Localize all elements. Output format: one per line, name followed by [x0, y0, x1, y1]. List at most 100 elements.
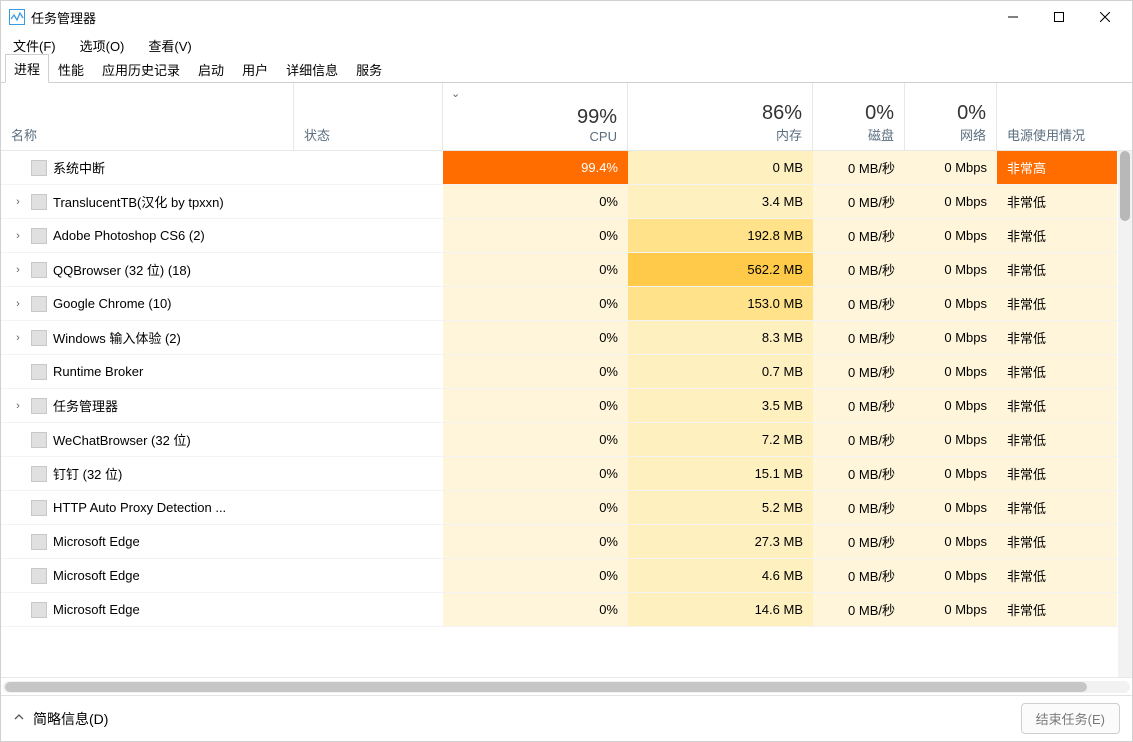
expand-icon[interactable]: ›	[11, 400, 25, 412]
cell-cpu: 0%	[443, 423, 628, 456]
vertical-scrollbar-thumb[interactable]	[1120, 151, 1130, 221]
table-row[interactable]: ›Google Chrome (10)0%153.0 MB0 MB/秒0 Mbp…	[1, 287, 1132, 321]
tab-users[interactable]: 用户	[233, 55, 277, 83]
cell-network: 0 Mbps	[905, 457, 997, 490]
cell-name: ›Windows 输入体验 (2)	[1, 321, 294, 354]
expand-icon[interactable]: ›	[11, 264, 25, 276]
tab-processes[interactable]: 进程	[5, 54, 49, 83]
column-network[interactable]: 0% 网络	[905, 83, 997, 150]
chevron-up-icon	[13, 711, 25, 726]
cell-network: 0 Mbps	[905, 287, 997, 320]
vertical-scrollbar[interactable]	[1118, 151, 1132, 677]
column-power[interactable]: 电源使用情况	[997, 83, 1117, 150]
cell-disk: 0 MB/秒	[813, 321, 905, 354]
cell-name: Microsoft Edge	[1, 559, 294, 592]
column-cpu[interactable]: ⌄ 99% CPU	[443, 83, 628, 150]
cell-disk: 0 MB/秒	[813, 185, 905, 218]
process-icon	[31, 194, 47, 210]
table-row[interactable]: ›Adobe Photoshop CS6 (2)0%192.8 MB0 MB/秒…	[1, 219, 1132, 253]
cell-network: 0 Mbps	[905, 219, 997, 252]
cell-cpu: 0%	[443, 185, 628, 218]
table-row[interactable]: 钉钉 (32 位)0%15.1 MB0 MB/秒0 Mbps非常低	[1, 457, 1132, 491]
cell-cpu: 0%	[443, 253, 628, 286]
table-row[interactable]: ›QQBrowser (32 位) (18)0%562.2 MB0 MB/秒0 …	[1, 253, 1132, 287]
column-disk-total: 0%	[865, 102, 894, 125]
table-row[interactable]: Microsoft Edge0%4.6 MB0 MB/秒0 Mbps非常低	[1, 559, 1132, 593]
minimize-button[interactable]	[990, 1, 1036, 33]
fewer-details-toggle[interactable]: 简略信息(D)	[13, 709, 108, 729]
tab-performance[interactable]: 性能	[49, 55, 93, 83]
cell-network: 0 Mbps	[905, 253, 997, 286]
process-name: HTTP Auto Proxy Detection ...	[53, 500, 226, 515]
content-area: 名称 状态 ⌄ 99% CPU 86% 内存 0% 磁盘 0% 网络 电源使用情…	[1, 83, 1132, 695]
menu-options[interactable]: 选项(O)	[76, 34, 129, 57]
process-name: Adobe Photoshop CS6 (2)	[53, 228, 205, 243]
process-name: Google Chrome (10)	[53, 296, 172, 311]
close-button[interactable]	[1082, 1, 1128, 33]
cell-disk: 0 MB/秒	[813, 491, 905, 524]
column-disk-label: 磁盘	[868, 125, 894, 144]
process-icon	[31, 296, 47, 312]
table-row[interactable]: ›任务管理器0%3.5 MB0 MB/秒0 Mbps非常低	[1, 389, 1132, 423]
cell-memory: 7.2 MB	[628, 423, 813, 456]
cell-name: ›QQBrowser (32 位) (18)	[1, 253, 294, 286]
table-row[interactable]: Microsoft Edge0%14.6 MB0 MB/秒0 Mbps非常低	[1, 593, 1132, 627]
cell-power: 非常低	[997, 593, 1117, 626]
horizontal-scrollbar-track[interactable]	[3, 681, 1130, 693]
tab-startup[interactable]: 启动	[189, 55, 233, 83]
process-icon	[31, 228, 47, 244]
window-title: 任务管理器	[31, 8, 990, 27]
cell-network: 0 Mbps	[905, 185, 997, 218]
table-row[interactable]: ›Windows 输入体验 (2)0%8.3 MB0 MB/秒0 Mbps非常低	[1, 321, 1132, 355]
column-name-label: 名称	[11, 125, 283, 144]
expand-icon[interactable]: ›	[11, 196, 25, 208]
column-status[interactable]: 状态	[294, 83, 443, 150]
cell-memory: 3.5 MB	[628, 389, 813, 422]
table-row[interactable]: WeChatBrowser (32 位)0%7.2 MB0 MB/秒0 Mbps…	[1, 423, 1132, 457]
column-cpu-label: CPU	[590, 129, 617, 144]
menu-view[interactable]: 查看(V)	[144, 34, 195, 57]
tab-app-history[interactable]: 应用历史记录	[93, 55, 189, 83]
table-row[interactable]: Runtime Broker0%0.7 MB0 MB/秒0 Mbps非常低	[1, 355, 1132, 389]
cell-network: 0 Mbps	[905, 423, 997, 456]
expand-icon[interactable]: ›	[11, 332, 25, 344]
process-name: Microsoft Edge	[53, 568, 140, 583]
cell-cpu: 0%	[443, 525, 628, 558]
table-row[interactable]: 系统中断99.4%0 MB0 MB/秒0 Mbps非常高	[1, 151, 1132, 185]
expand-icon[interactable]: ›	[11, 230, 25, 242]
cell-power: 非常低	[997, 219, 1117, 252]
cell-status	[294, 491, 443, 524]
horizontal-scrollbar-thumb[interactable]	[5, 682, 1087, 692]
cell-name: Runtime Broker	[1, 355, 294, 388]
cell-status	[294, 525, 443, 558]
column-mem-label: 内存	[776, 125, 802, 144]
tab-services[interactable]: 服务	[347, 55, 391, 83]
process-icon	[31, 432, 47, 448]
column-disk[interactable]: 0% 磁盘	[813, 83, 905, 150]
cell-status	[294, 389, 443, 422]
table-row[interactable]: Microsoft Edge0%27.3 MB0 MB/秒0 Mbps非常低	[1, 525, 1132, 559]
fewer-details-label: 简略信息(D)	[33, 709, 108, 729]
process-icon	[31, 364, 47, 380]
cell-network: 0 Mbps	[905, 355, 997, 388]
cell-cpu: 0%	[443, 559, 628, 592]
column-name[interactable]: 名称	[1, 83, 294, 150]
cell-memory: 5.2 MB	[628, 491, 813, 524]
footer: 简略信息(D) 结束任务(E)	[1, 695, 1132, 741]
cell-disk: 0 MB/秒	[813, 457, 905, 490]
end-task-button[interactable]: 结束任务(E)	[1021, 703, 1120, 734]
cell-disk: 0 MB/秒	[813, 593, 905, 626]
cell-power: 非常低	[997, 355, 1117, 388]
tab-details[interactable]: 详细信息	[277, 55, 347, 83]
cell-memory: 3.4 MB	[628, 185, 813, 218]
process-name: WeChatBrowser (32 位)	[53, 430, 191, 449]
cell-power: 非常低	[997, 185, 1117, 218]
expand-icon[interactable]: ›	[11, 298, 25, 310]
process-icon	[31, 160, 47, 176]
horizontal-scrollbar[interactable]	[1, 677, 1132, 695]
cell-cpu: 0%	[443, 219, 628, 252]
table-row[interactable]: HTTP Auto Proxy Detection ...0%5.2 MB0 M…	[1, 491, 1132, 525]
table-row[interactable]: ›TranslucentTB(汉化 by tpxxn)0%3.4 MB0 MB/…	[1, 185, 1132, 219]
column-memory[interactable]: 86% 内存	[628, 83, 813, 150]
maximize-button[interactable]	[1036, 1, 1082, 33]
